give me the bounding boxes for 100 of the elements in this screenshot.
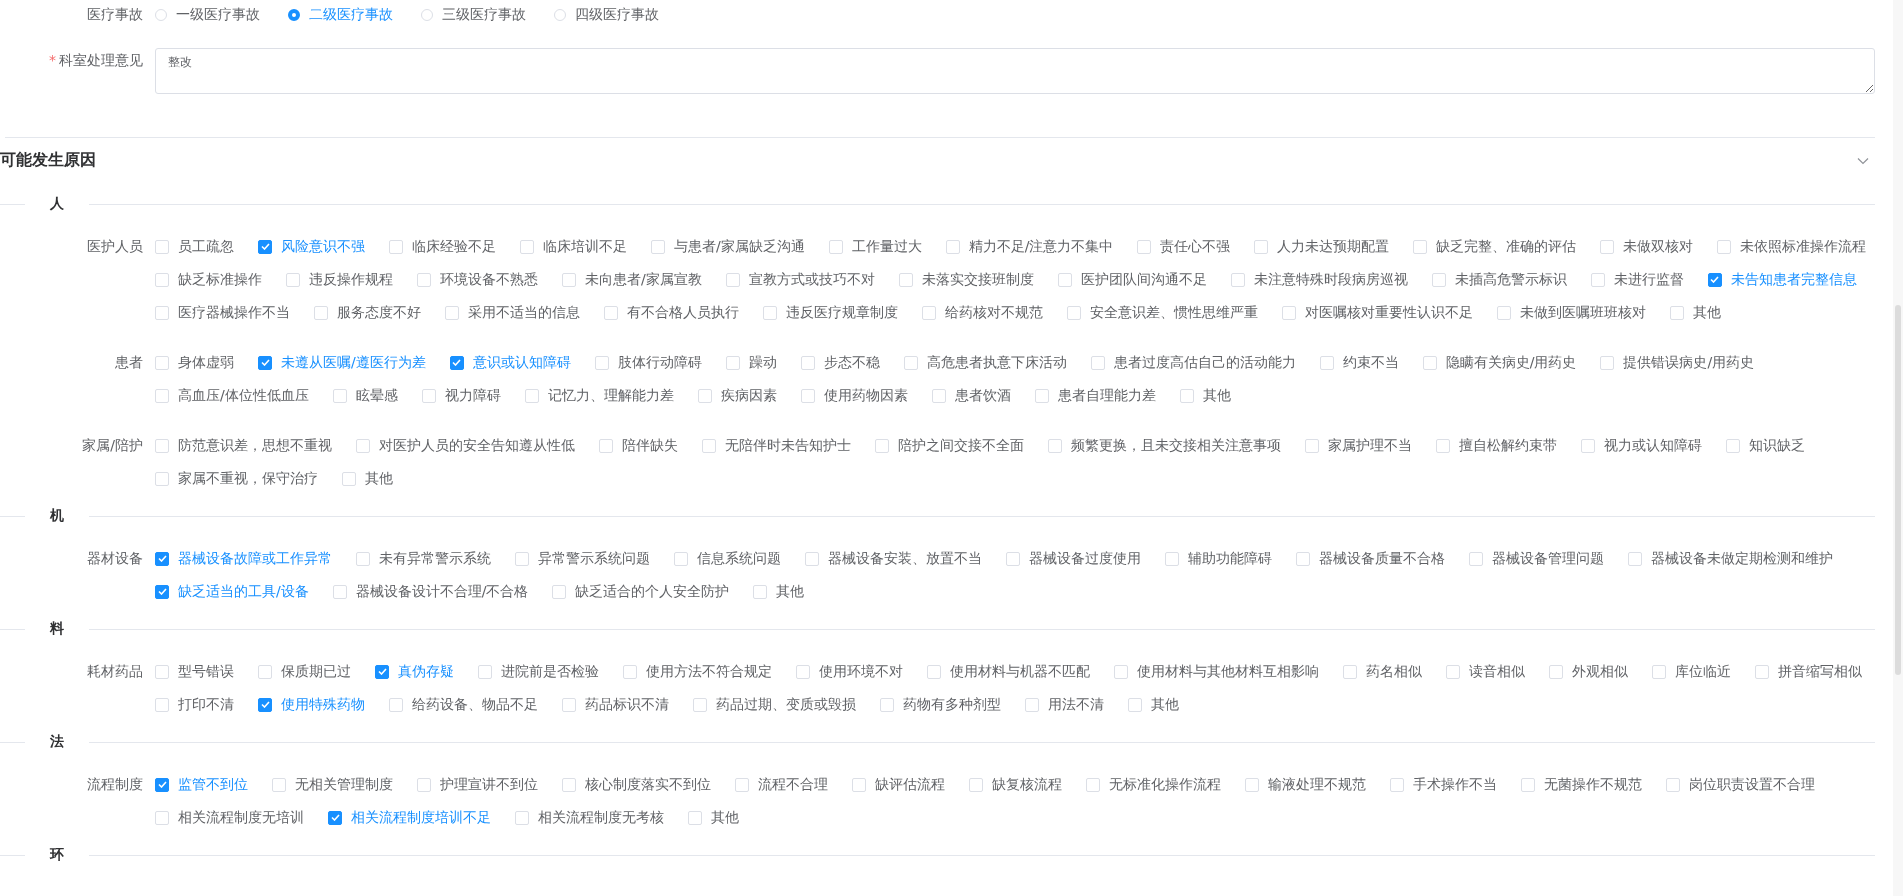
checkbox-label[interactable]: 器械设备管理问题 xyxy=(1492,549,1604,568)
checkbox-label[interactable]: 缺乏完整、准确的评估 xyxy=(1436,237,1577,256)
checkbox-label[interactable]: 工作量过大 xyxy=(851,237,922,256)
checkbox-label[interactable]: 使用材料与其他材料互相影响 xyxy=(1137,662,1319,681)
checkbox-label[interactable]: 进院前是否检验 xyxy=(501,662,599,681)
checkbox-label[interactable]: 步态不稳 xyxy=(823,353,880,372)
checkbox[interactable] xyxy=(258,697,272,712)
checkbox-label[interactable]: 使用方法不符合规定 xyxy=(646,662,772,681)
checkbox-label[interactable]: 躁动 xyxy=(748,353,777,372)
checkbox-label[interactable]: 视力障碍 xyxy=(444,386,501,405)
checkbox[interactable] xyxy=(258,355,272,370)
chevron-icon[interactable] xyxy=(1857,156,1869,165)
checkbox-label[interactable]: 医护团队间沟通不足 xyxy=(1080,270,1207,289)
checkbox-label[interactable]: 信息系统问题 xyxy=(697,549,781,568)
checkbox-label[interactable]: 患者过度高估自己的活动能力 xyxy=(1113,353,1296,372)
checkbox-label[interactable]: 眩晕感 xyxy=(355,386,398,405)
checkbox-label[interactable]: 高血压/体位性低血压 xyxy=(178,386,309,405)
checkbox[interactable] xyxy=(155,584,169,599)
checkbox-label[interactable]: 拼音缩写相似 xyxy=(1778,662,1862,681)
checkbox-label[interactable]: 外观相似 xyxy=(1572,662,1628,681)
radio-label[interactable]: 三级医疗事故 xyxy=(442,6,526,24)
checkbox[interactable] xyxy=(155,777,169,792)
checkbox-label[interactable]: 使用特殊药物 xyxy=(281,695,365,714)
checkbox-label[interactable]: 监管不到位 xyxy=(178,775,248,794)
checkbox-label[interactable]: 用法不清 xyxy=(1048,695,1104,714)
checkbox-label[interactable]: 对医护人员的安全告知遵从性低 xyxy=(379,436,575,455)
checkbox-label[interactable]: 身体虚弱 xyxy=(178,353,234,372)
checkbox-label[interactable]: 缺乏适当的工具/设备 xyxy=(178,582,309,601)
checkbox-label[interactable]: 器械设备过度使用 xyxy=(1029,549,1141,568)
checkbox-label[interactable]: 疾病因素 xyxy=(720,386,777,405)
checkbox-label[interactable]: 缺复核流程 xyxy=(992,775,1062,794)
checkbox-label[interactable]: 员工疏忽 xyxy=(178,237,234,256)
checkbox-label[interactable]: 相关流程制度培训不足 xyxy=(351,808,491,827)
checkbox-label[interactable]: 未遵从医嘱/遵医行为差 xyxy=(281,353,426,372)
opinion-field[interactable]: 整改 xyxy=(155,48,1875,94)
checkbox-label[interactable]: 其他 xyxy=(1202,386,1231,405)
checkbox-label[interactable]: 其他 xyxy=(1693,303,1721,322)
checkbox-label[interactable]: 患者自理能力差 xyxy=(1057,386,1156,405)
checkbox-label[interactable]: 读音相似 xyxy=(1469,662,1525,681)
checkbox[interactable] xyxy=(328,810,342,825)
checkbox-label[interactable]: 未做到医嘱班班核对 xyxy=(1520,303,1646,322)
radio-label[interactable]: 一级医疗事故 xyxy=(176,6,260,24)
checkbox-label[interactable]: 使用材料与机器不匹配 xyxy=(950,662,1090,681)
checkbox-label[interactable]: 精力不足/注意力不集中 xyxy=(968,237,1114,256)
checkbox-label[interactable]: 频繁更换，且未交接相关注意事项 xyxy=(1071,436,1281,455)
checkbox-label[interactable]: 手术操作不当 xyxy=(1413,775,1497,794)
checkbox-label[interactable]: 防范意识差，思想不重视 xyxy=(178,436,332,455)
checkbox-label[interactable]: 药品标识不清 xyxy=(585,695,669,714)
checkbox-label[interactable]: 未告知患者完整信息 xyxy=(1730,270,1857,289)
checkbox-label[interactable]: 缺乏适合的个人安全防护 xyxy=(575,582,730,601)
checkbox-label[interactable]: 服务态度不好 xyxy=(337,303,421,322)
checkbox-label[interactable]: 记忆力、理解能力差 xyxy=(547,386,674,405)
checkbox-label[interactable]: 责任心不强 xyxy=(1160,237,1231,256)
checkbox-label[interactable]: 无菌操作不规范 xyxy=(1544,775,1642,794)
checkbox-label[interactable]: 相关流程制度无考核 xyxy=(538,808,664,827)
checkbox-label[interactable]: 其他 xyxy=(776,582,805,601)
checkbox-label[interactable]: 未进行监督 xyxy=(1613,270,1684,289)
checkbox-label[interactable]: 违反操作规程 xyxy=(309,270,393,289)
checkbox-label[interactable]: 相关流程制度无培训 xyxy=(178,808,304,827)
checkbox-label[interactable]: 药物有多种剂型 xyxy=(903,695,1001,714)
checkbox-label[interactable]: 缺评估流程 xyxy=(875,775,945,794)
radio-button[interactable] xyxy=(288,9,300,21)
checkbox-label[interactable]: 流程不合理 xyxy=(758,775,828,794)
checkbox-label[interactable]: 宣教方式或技巧不对 xyxy=(748,270,875,289)
checkbox-label[interactable]: 环境设备不熟悉 xyxy=(440,270,538,289)
checkbox-label[interactable]: 型号错误 xyxy=(178,662,234,681)
checkbox-label[interactable]: 器械设备质量不合格 xyxy=(1319,549,1445,568)
checkbox-label[interactable]: 护理宣讲不到位 xyxy=(440,775,538,794)
checkbox-label[interactable]: 未注意特殊时段病房巡视 xyxy=(1253,270,1408,289)
checkbox-label[interactable]: 其他 xyxy=(365,469,393,488)
checkbox-label[interactable]: 隐瞒有关病史/用药史 xyxy=(1445,353,1577,372)
checkbox-label[interactable]: 辅助功能障碍 xyxy=(1188,549,1272,568)
scrollbar-thumb[interactable] xyxy=(1895,305,1901,675)
checkbox-label[interactable]: 临床培训不足 xyxy=(543,237,627,256)
checkbox-label[interactable]: 肢体行动障碍 xyxy=(617,353,702,372)
checkbox-label[interactable]: 人力未达预期配置 xyxy=(1277,237,1390,256)
checkbox-label[interactable]: 使用环境不对 xyxy=(819,662,903,681)
checkbox-label[interactable]: 家属不重视，保守治疗 xyxy=(178,469,318,488)
checkbox[interactable] xyxy=(258,239,272,254)
checkbox-label[interactable]: 安全意识差、惯性思维严重 xyxy=(1090,303,1258,322)
checkbox-label[interactable]: 与患者/家属缺乏沟通 xyxy=(674,237,805,256)
checkbox-label[interactable]: 药名相似 xyxy=(1366,662,1422,681)
checkbox-label[interactable]: 提供错误病史/用药史 xyxy=(1623,353,1755,372)
checkbox-label[interactable]: 无标准化操作流程 xyxy=(1109,775,1221,794)
checkbox-label[interactable]: 采用不适当的信息 xyxy=(468,303,580,322)
checkbox-label[interactable]: 未向患者/家属宣教 xyxy=(585,270,702,289)
checkbox-label[interactable]: 擅自松解约束带 xyxy=(1459,436,1557,455)
checkbox-label[interactable]: 未落实交接班制度 xyxy=(921,270,1034,289)
checkbox-label[interactable]: 患者饮酒 xyxy=(954,386,1011,405)
scrollbar[interactable] xyxy=(1893,0,1903,896)
checkbox[interactable] xyxy=(449,355,464,370)
checkbox-label[interactable]: 器械设备未做定期检测和维护 xyxy=(1651,549,1833,568)
checkbox-label[interactable]: 意识或认知障碍 xyxy=(472,353,571,372)
checkbox-label[interactable]: 约束不当 xyxy=(1342,353,1399,372)
checkbox-label[interactable]: 无陪伴时未告知护士 xyxy=(725,436,851,455)
checkbox-label[interactable]: 无相关管理制度 xyxy=(295,775,393,794)
checkbox-label[interactable]: 其他 xyxy=(711,808,739,827)
checkbox-label[interactable]: 未有异常警示系统 xyxy=(379,549,491,568)
checkbox-label[interactable]: 保质期已过 xyxy=(281,662,351,681)
checkbox-label[interactable]: 使用药物因素 xyxy=(823,386,908,405)
